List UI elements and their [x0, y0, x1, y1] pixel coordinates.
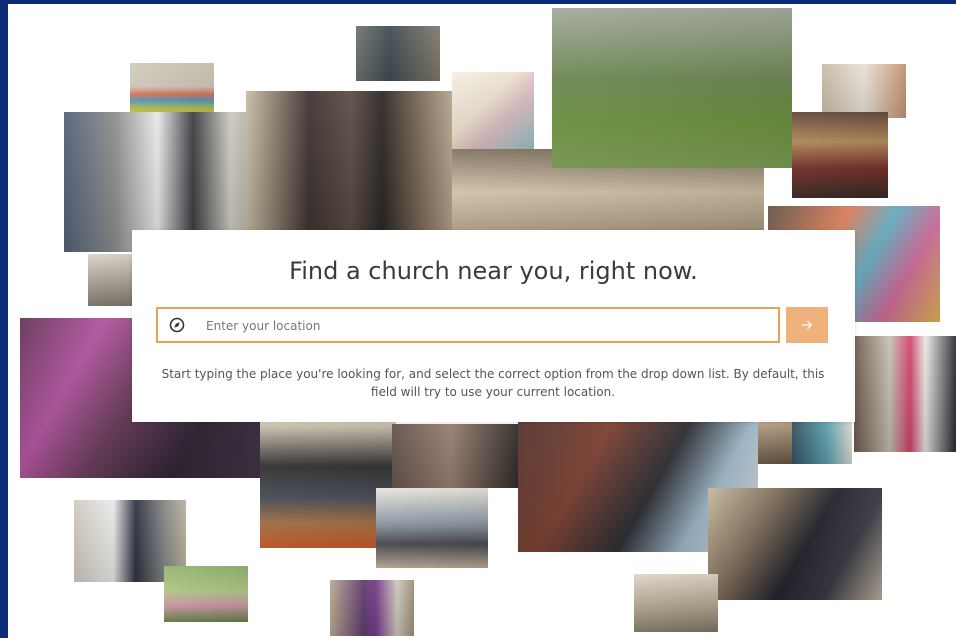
collage-photo-blue-chair	[792, 422, 852, 464]
collage-photo-choir	[246, 91, 456, 233]
page-title: Find a church near you, right now.	[289, 257, 698, 285]
collage-photo-card-art	[452, 72, 534, 152]
collage-photo-congregation-top	[356, 26, 440, 81]
collage-photo-small-group	[88, 254, 134, 306]
search-submit-button[interactable]	[786, 307, 828, 343]
church-search-card: Find a church near you, right now. Start…	[132, 230, 855, 422]
collage-photo-wedding-procession	[854, 336, 956, 452]
collage-photo-congregation-hall	[376, 488, 488, 568]
compass-icon[interactable]	[169, 317, 185, 333]
collage-photo-child-praying	[392, 424, 522, 488]
collage-photo-gothic-nave	[634, 574, 718, 632]
collage-photo-choir-robes	[330, 580, 414, 636]
collage-photo-children-costumes	[792, 112, 888, 198]
page-frame: Find a church near you, right now. Start…	[8, 4, 956, 638]
collage-photo-children-holding-hands	[552, 8, 792, 168]
collage-photo-hall-flags	[130, 63, 214, 115]
location-search-box	[156, 307, 780, 343]
search-helper-text: Start typing the place you're looking fo…	[161, 367, 825, 399]
collage-photo-church-interior-side	[758, 422, 794, 464]
arrow-right-icon	[801, 318, 813, 333]
location-input[interactable]	[204, 309, 768, 343]
collage-photo-procession-hall	[708, 488, 882, 600]
collage-photo-garden-couple	[164, 566, 248, 622]
collage-photo-child-reading	[822, 64, 906, 118]
